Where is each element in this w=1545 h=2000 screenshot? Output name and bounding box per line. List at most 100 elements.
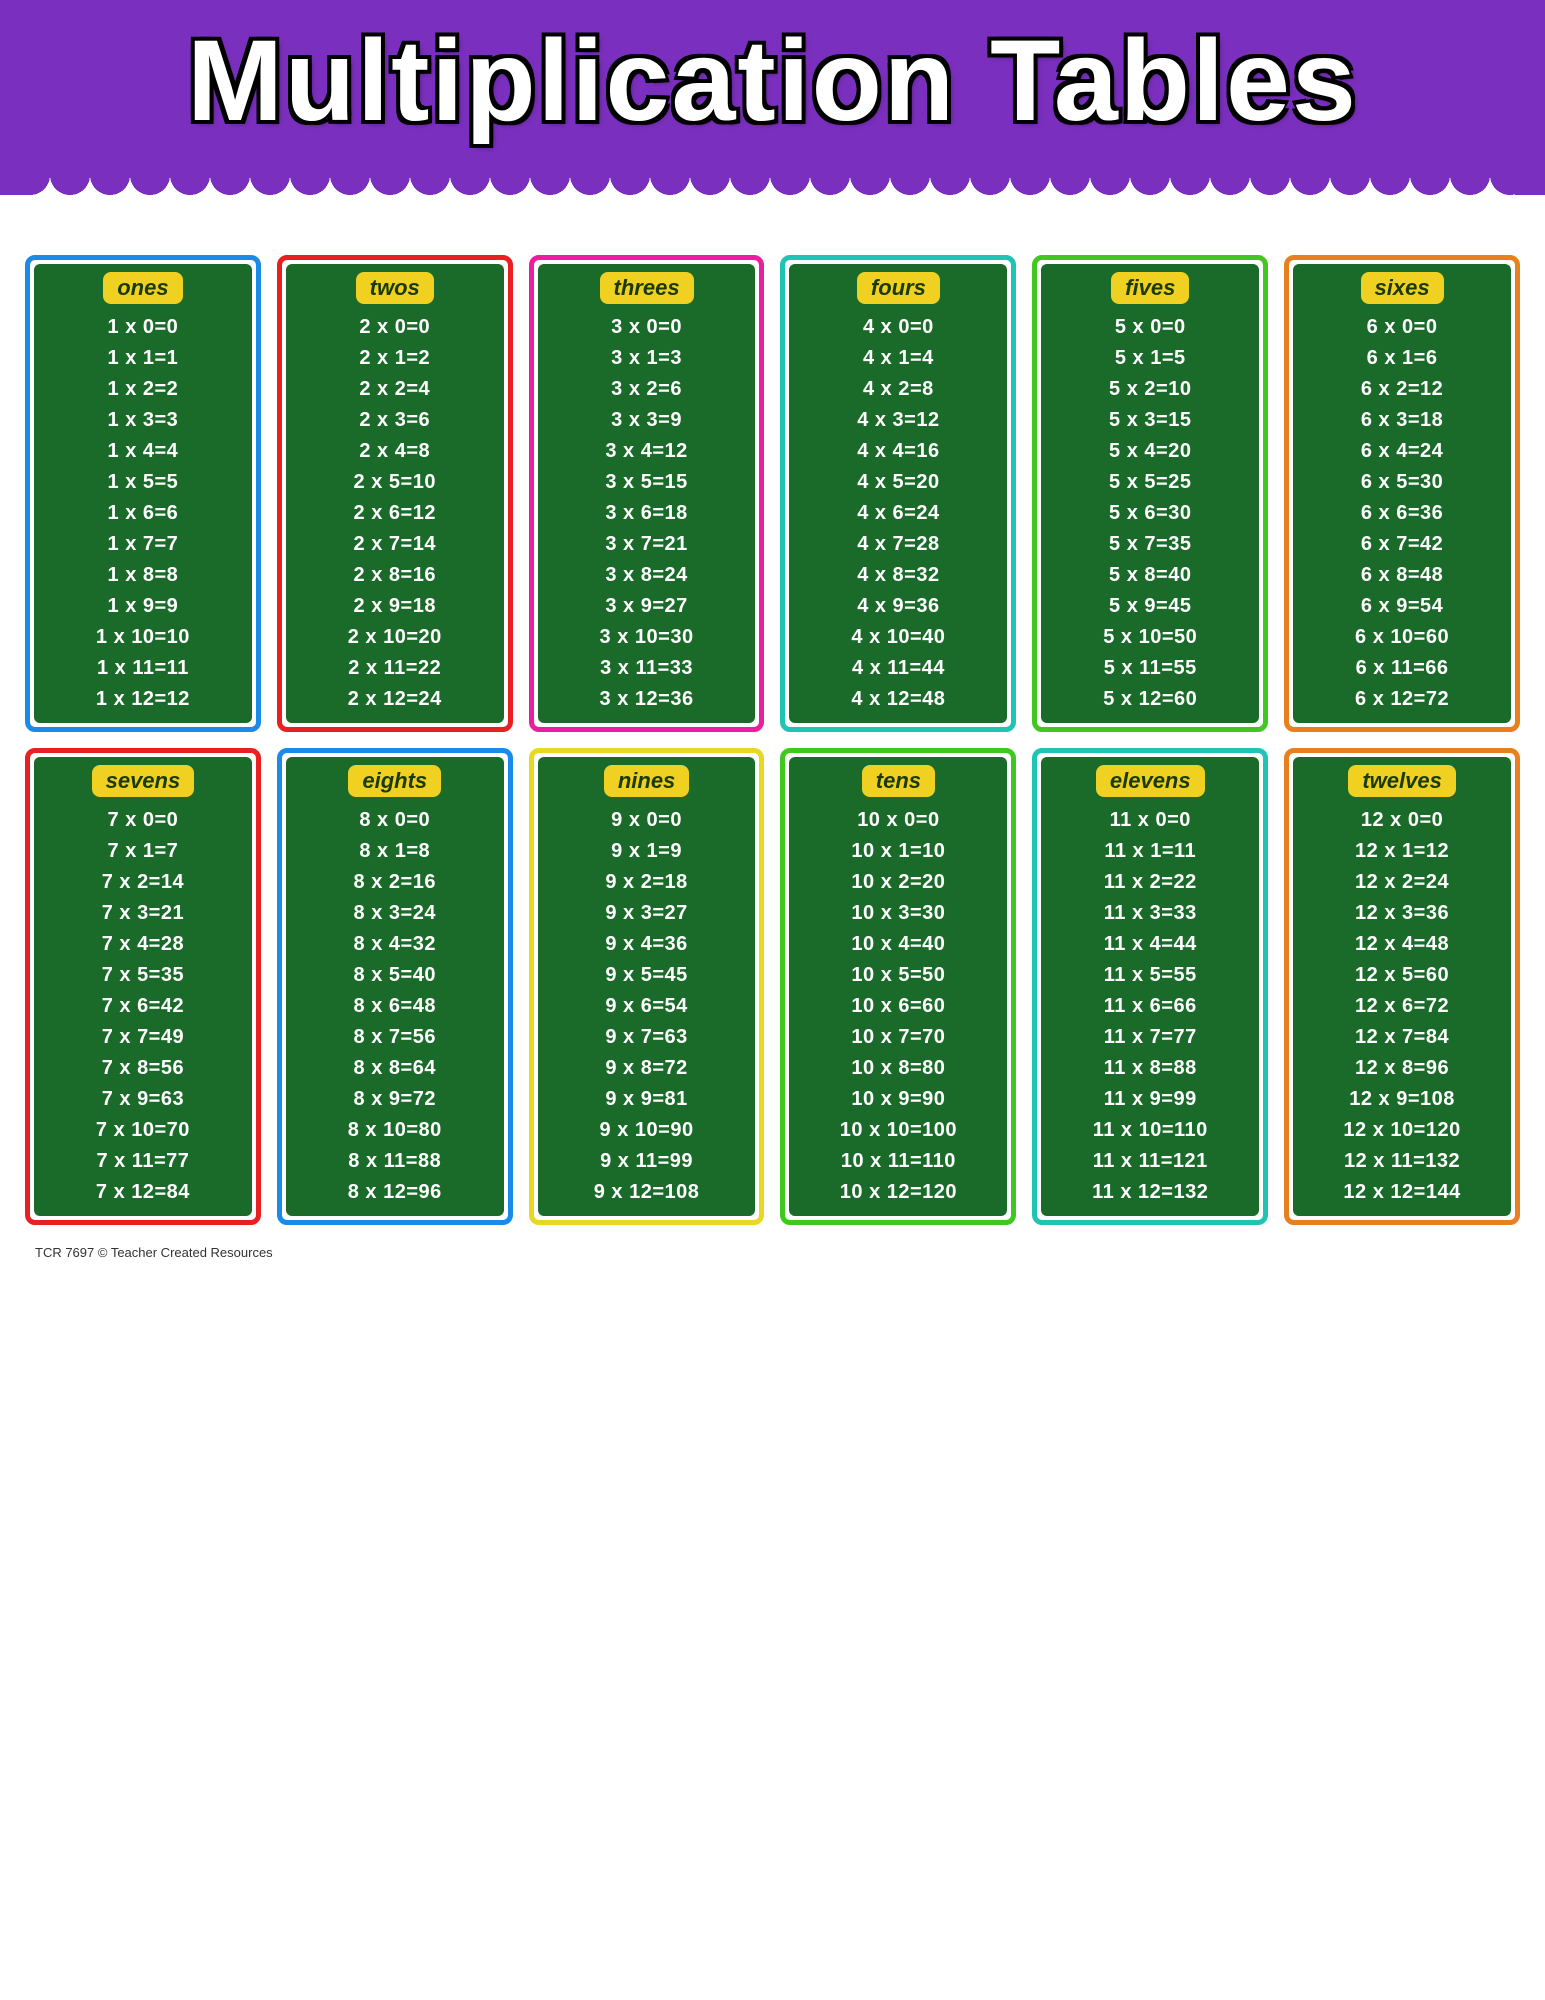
table-row: 1 x 11=11 xyxy=(97,653,189,684)
table-row: 3 x 6=18 xyxy=(605,498,687,529)
table-row: 5 x 9=45 xyxy=(1109,591,1191,622)
table-row: 12 x 0=0 xyxy=(1361,805,1443,836)
table-row: 10 x 5=50 xyxy=(851,960,945,991)
table-row: 8 x 8=64 xyxy=(354,1053,436,1084)
table-row: 5 x 4=20 xyxy=(1109,436,1191,467)
table-row: 12 x 4=48 xyxy=(1355,929,1449,960)
table-row: 4 x 10=40 xyxy=(851,622,945,653)
table-row: 8 x 6=48 xyxy=(354,991,436,1022)
table-row: 6 x 3=18 xyxy=(1361,405,1443,436)
table-row: 9 x 1=9 xyxy=(611,836,682,867)
table-row: 5 x 8=40 xyxy=(1109,560,1191,591)
table-row: 10 x 7=70 xyxy=(851,1022,945,1053)
table-row: 5 x 2=10 xyxy=(1109,374,1191,405)
table-row: 10 x 9=90 xyxy=(851,1084,945,1115)
table-inner-eights: eights8 x 0=08 x 1=88 x 2=168 x 3=248 x … xyxy=(286,757,504,1216)
table-inner-nines: nines9 x 0=09 x 1=99 x 2=189 x 3=279 x 4… xyxy=(538,757,756,1216)
table-row: 4 x 9=36 xyxy=(857,591,939,622)
table-inner-twelves: twelves12 x 0=012 x 1=1212 x 2=2412 x 3=… xyxy=(1293,757,1511,1216)
table-row: 1 x 3=3 xyxy=(108,405,179,436)
table-row: 10 x 12=120 xyxy=(840,1177,957,1208)
table-row: 2 x 4=8 xyxy=(359,436,430,467)
table-row: 2 x 11=22 xyxy=(348,653,441,684)
table-row: 6 x 9=54 xyxy=(1361,591,1443,622)
table-row: 12 x 8=96 xyxy=(1355,1053,1449,1084)
table-row: 4 x 1=4 xyxy=(863,343,934,374)
table-row: 7 x 0=0 xyxy=(108,805,179,836)
table-row: 7 x 4=28 xyxy=(102,929,184,960)
table-row: 8 x 1=8 xyxy=(359,836,430,867)
table-row: 12 x 11=132 xyxy=(1344,1146,1460,1177)
table-row: 3 x 4=12 xyxy=(605,436,687,467)
table-row: 3 x 3=9 xyxy=(611,405,682,436)
table-inner-sevens: sevens7 x 0=07 x 1=77 x 2=147 x 3=217 x … xyxy=(34,757,252,1216)
table-row: 2 x 8=16 xyxy=(354,560,436,591)
table-card-elevens: elevens11 x 0=011 x 1=1111 x 2=2211 x 3=… xyxy=(1032,748,1268,1225)
table-inner-threes: threes3 x 0=03 x 1=33 x 2=63 x 3=93 x 4=… xyxy=(538,264,756,723)
table-row: 3 x 10=30 xyxy=(600,622,694,653)
table-row: 1 x 9=9 xyxy=(108,591,179,622)
table-row: 9 x 0=0 xyxy=(611,805,682,836)
table-row: 4 x 11=44 xyxy=(852,653,945,684)
table-row: 9 x 2=18 xyxy=(605,867,687,898)
table-row: 11 x 7=77 xyxy=(1104,1022,1197,1053)
table-inner-fives: fives5 x 0=05 x 1=55 x 2=105 x 3=155 x 4… xyxy=(1041,264,1259,723)
table-inner-fours: fours4 x 0=04 x 1=44 x 2=84 x 3=124 x 4=… xyxy=(789,264,1007,723)
table-row: 5 x 6=30 xyxy=(1109,498,1191,529)
table-row: 5 x 1=5 xyxy=(1115,343,1186,374)
table-row: 1 x 10=10 xyxy=(96,622,190,653)
table-card-twelves: twelves12 x 0=012 x 1=1212 x 2=2412 x 3=… xyxy=(1284,748,1520,1225)
table-row: 8 x 0=0 xyxy=(359,805,430,836)
table-inner-elevens: elevens11 x 0=011 x 1=1111 x 2=2211 x 3=… xyxy=(1041,757,1259,1216)
table-row: 3 x 5=15 xyxy=(605,467,687,498)
table-row: 2 x 5=10 xyxy=(354,467,436,498)
table-row: 3 x 1=3 xyxy=(611,343,682,374)
table-label-tens: tens xyxy=(862,765,935,797)
table-row: 1 x 8=8 xyxy=(108,560,179,591)
table-row: 7 x 11=77 xyxy=(96,1146,189,1177)
table-row: 11 x 3=33 xyxy=(1104,898,1197,929)
table-row: 7 x 1=7 xyxy=(108,836,179,867)
table-card-eights: eights8 x 0=08 x 1=88 x 2=168 x 3=248 x … xyxy=(277,748,513,1225)
table-label-twos: twos xyxy=(356,272,434,304)
table-row: 11 x 12=132 xyxy=(1092,1177,1208,1208)
table-row: 3 x 9=27 xyxy=(605,591,687,622)
table-row: 4 x 12=48 xyxy=(851,684,945,715)
table-row: 3 x 0=0 xyxy=(611,312,682,343)
table-row: 8 x 11=88 xyxy=(348,1146,441,1177)
table-row: 9 x 4=36 xyxy=(605,929,687,960)
table-row: 5 x 10=50 xyxy=(1103,622,1197,653)
table-row: 4 x 6=24 xyxy=(857,498,939,529)
table-row: 1 x 4=4 xyxy=(108,436,179,467)
table-row: 2 x 9=18 xyxy=(354,591,436,622)
footer-credit: TCR 7697 © Teacher Created Resources xyxy=(25,1245,1520,1260)
table-row: 3 x 12=36 xyxy=(600,684,694,715)
table-row: 7 x 10=70 xyxy=(96,1115,190,1146)
table-row: 2 x 6=12 xyxy=(354,498,436,529)
page-header: Multiplication Tables xyxy=(0,0,1545,195)
table-row: 1 x 2=2 xyxy=(108,374,179,405)
table-inner-tens: tens10 x 0=010 x 1=1010 x 2=2010 x 3=301… xyxy=(789,757,1007,1216)
table-row: 12 x 1=12 xyxy=(1355,836,1449,867)
table-row: 12 x 10=120 xyxy=(1343,1115,1460,1146)
table-row: 11 x 11=121 xyxy=(1093,1146,1208,1177)
table-row: 9 x 5=45 xyxy=(605,960,687,991)
table-card-tens: tens10 x 0=010 x 1=1010 x 2=2010 x 3=301… xyxy=(780,748,1016,1225)
table-row: 7 x 12=84 xyxy=(96,1177,190,1208)
table-row: 11 x 4=44 xyxy=(1104,929,1197,960)
table-row: 4 x 0=0 xyxy=(863,312,934,343)
table-row: 8 x 9=72 xyxy=(354,1084,436,1115)
table-row: 6 x 6=36 xyxy=(1361,498,1443,529)
table-row: 7 x 8=56 xyxy=(102,1053,184,1084)
table-card-fours: fours4 x 0=04 x 1=44 x 2=84 x 3=124 x 4=… xyxy=(780,255,1016,732)
table-card-fives: fives5 x 0=05 x 1=55 x 2=105 x 3=155 x 4… xyxy=(1032,255,1268,732)
table-row: 12 x 6=72 xyxy=(1355,991,1449,1022)
table-row: 7 x 2=14 xyxy=(102,867,184,898)
table-label-fives: fives xyxy=(1111,272,1189,304)
table-row: 6 x 0=0 xyxy=(1367,312,1438,343)
table-row: 8 x 10=80 xyxy=(348,1115,442,1146)
table-row: 6 x 7=42 xyxy=(1361,529,1443,560)
table-row: 6 x 1=6 xyxy=(1367,343,1438,374)
table-card-sixes: sixes6 x 0=06 x 1=66 x 2=126 x 3=186 x 4… xyxy=(1284,255,1520,732)
table-row: 4 x 8=32 xyxy=(857,560,939,591)
